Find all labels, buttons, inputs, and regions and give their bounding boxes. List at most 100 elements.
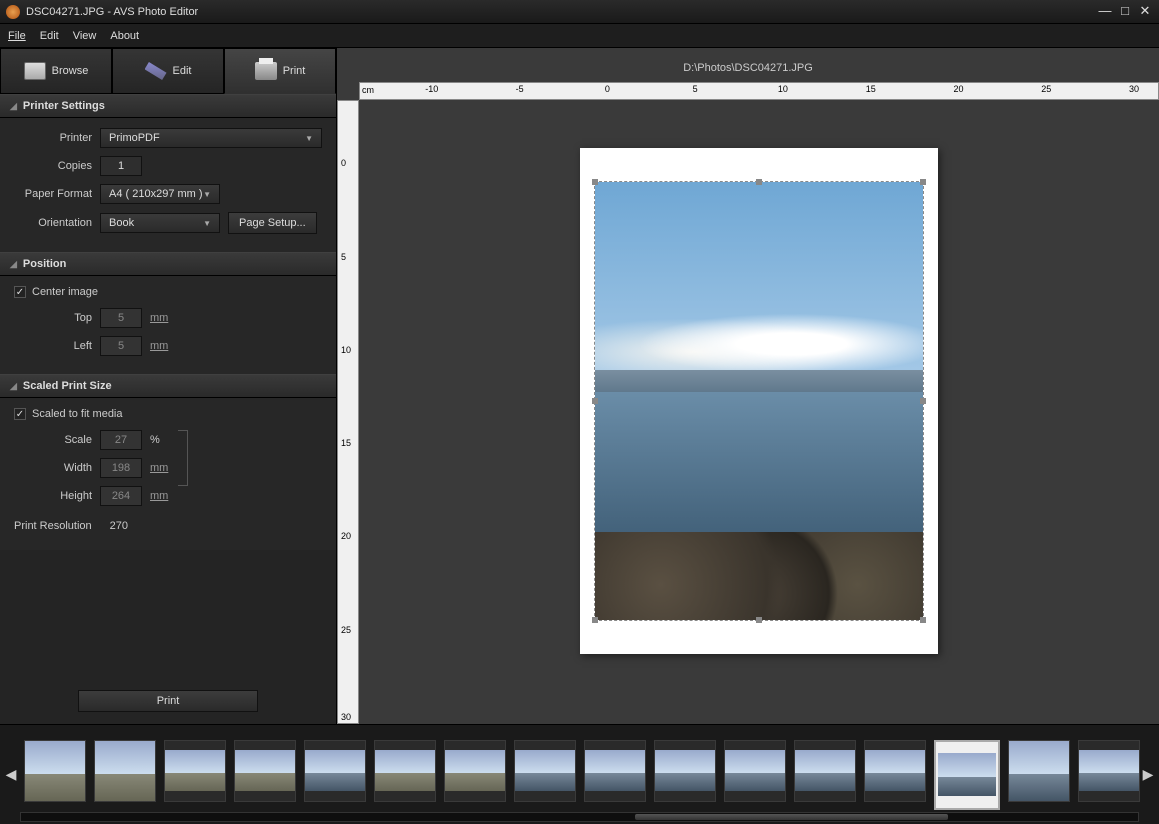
- pencil-icon: [145, 62, 167, 80]
- thumbnail[interactable]: [24, 740, 86, 802]
- width-unit[interactable]: mm: [150, 462, 168, 474]
- maximize-button[interactable]: □: [1117, 5, 1133, 19]
- filmstrip-next-button[interactable]: ▶: [1141, 740, 1155, 810]
- orientation-label: Orientation: [14, 217, 92, 229]
- thumbnail[interactable]: [304, 740, 366, 802]
- resize-handle[interactable]: [920, 398, 926, 404]
- collapse-icon: ◢: [10, 381, 17, 392]
- resize-handle[interactable]: [756, 179, 762, 185]
- chevron-down-icon: ▼: [203, 190, 211, 199]
- photo-preview[interactable]: [594, 181, 924, 621]
- printer-settings-header[interactable]: ◢ Printer Settings: [0, 94, 336, 118]
- thumbnail[interactable]: [724, 740, 786, 802]
- thumbnail[interactable]: [94, 740, 156, 802]
- orientation-select[interactable]: Book ▼: [100, 213, 220, 233]
- tab-edit[interactable]: Edit: [112, 48, 224, 94]
- paper-select[interactable]: A4 ( 210x297 mm ) ▼: [100, 184, 220, 204]
- scale-input: 27: [100, 430, 142, 450]
- fit-media-checkbox[interactable]: ✓ Scaled to fit media: [14, 408, 322, 420]
- minimize-button[interactable]: —: [1097, 5, 1113, 19]
- height-label: Height: [14, 490, 92, 502]
- thumbnail[interactable]: [794, 740, 856, 802]
- resolution-label: Print Resolution: [14, 520, 92, 532]
- paper-label: Paper Format: [14, 188, 92, 200]
- menu-view[interactable]: View: [73, 30, 97, 42]
- checkbox-checked-icon: ✓: [14, 286, 26, 298]
- file-path: D:\Photos\DSC04271.JPG: [337, 48, 1159, 82]
- content: Browse Edit Print ◢ Printer Settings Pri…: [0, 48, 1159, 724]
- thumbnail[interactable]: [444, 740, 506, 802]
- filmstrip-prev-button[interactable]: ◀: [4, 740, 18, 810]
- scale-label: Scale: [14, 434, 92, 446]
- thumbnail-list: [18, 740, 1141, 810]
- collapse-icon: ◢: [10, 259, 17, 270]
- thumbnail[interactable]: [864, 740, 926, 802]
- menu-file[interactable]: File: [8, 30, 26, 42]
- canvas-area: D:\Photos\DSC04271.JPG cm -10 -5 0 5 10 …: [337, 48, 1159, 724]
- left-input: 5: [100, 336, 142, 356]
- height-input: 264: [100, 486, 142, 506]
- titlebar: DSC04271.JPG - AVS Photo Editor — □ ✕: [0, 0, 1159, 24]
- resize-handle[interactable]: [756, 617, 762, 623]
- filmstrip-scrollbar[interactable]: [20, 812, 1139, 822]
- thumbnail-selected[interactable]: [934, 740, 1000, 810]
- menu-about[interactable]: About: [110, 30, 139, 42]
- copies-label: Copies: [14, 160, 92, 172]
- tab-print[interactable]: Print: [224, 48, 336, 94]
- left-unit[interactable]: mm: [150, 340, 168, 352]
- checkbox-checked-icon: ✓: [14, 408, 26, 420]
- ruler-vertical: 0 5 10 15 20 25 30: [337, 100, 359, 724]
- resize-handle[interactable]: [920, 617, 926, 623]
- window-title: DSC04271.JPG - AVS Photo Editor: [26, 6, 198, 18]
- app-icon: [6, 5, 20, 19]
- thumbnail[interactable]: [514, 740, 576, 802]
- thumbnail[interactable]: [584, 740, 646, 802]
- printer-select[interactable]: PrimoPDF ▼: [100, 128, 322, 148]
- collapse-icon: ◢: [10, 101, 17, 112]
- resolution-value: 270: [110, 520, 128, 532]
- width-input: 198: [100, 458, 142, 478]
- filmstrip: ◀ ▶: [0, 724, 1159, 824]
- chevron-down-icon: ▼: [305, 134, 313, 143]
- copies-input[interactable]: 1: [100, 156, 142, 176]
- width-label: Width: [14, 462, 92, 474]
- position-body: ✓ Center image Top 5 mm Left 5 mm: [0, 276, 336, 374]
- printer-icon: [255, 62, 277, 80]
- window-controls: — □ ✕: [1097, 5, 1153, 19]
- close-button[interactable]: ✕: [1137, 5, 1153, 19]
- print-button[interactable]: Print: [78, 690, 258, 712]
- folder-icon: [24, 62, 46, 80]
- page-preview-area[interactable]: [359, 100, 1159, 724]
- center-image-checkbox[interactable]: ✓ Center image: [14, 286, 322, 298]
- ruler-unit-label: cm: [362, 85, 374, 95]
- scrollbar-thumb[interactable]: [635, 814, 948, 820]
- link-bracket-icon: [178, 430, 188, 486]
- thumbnail[interactable]: [164, 740, 226, 802]
- top-unit[interactable]: mm: [150, 312, 168, 324]
- print-page: [580, 148, 938, 654]
- resize-handle[interactable]: [592, 398, 598, 404]
- thumbnail[interactable]: [234, 740, 296, 802]
- resize-handle[interactable]: [592, 617, 598, 623]
- thumbnail[interactable]: [654, 740, 716, 802]
- page-setup-button[interactable]: Page Setup...: [228, 212, 317, 234]
- thumbnail[interactable]: [374, 740, 436, 802]
- scale-unit: %: [150, 434, 160, 446]
- position-header[interactable]: ◢ Position: [0, 252, 336, 276]
- menu-edit[interactable]: Edit: [40, 30, 59, 42]
- menubar: File Edit View About: [0, 24, 1159, 48]
- scaled-size-header[interactable]: ◢ Scaled Print Size: [0, 374, 336, 398]
- scaled-size-body: ✓ Scaled to fit media Scale 27 % Width 1…: [0, 398, 336, 550]
- printer-settings-body: Printer PrimoPDF ▼ Copies 1 Paper Format…: [0, 118, 336, 252]
- resize-handle[interactable]: [920, 179, 926, 185]
- top-input: 5: [100, 308, 142, 328]
- thumbnail[interactable]: [1078, 740, 1140, 802]
- thumbnail[interactable]: [1008, 740, 1070, 802]
- tab-browse[interactable]: Browse: [0, 48, 112, 94]
- chevron-down-icon: ▼: [203, 219, 211, 228]
- top-label: Top: [14, 312, 92, 324]
- resize-handle[interactable]: [592, 179, 598, 185]
- height-unit[interactable]: mm: [150, 490, 168, 502]
- mode-tabs: Browse Edit Print: [0, 48, 336, 94]
- sidebar: Browse Edit Print ◢ Printer Settings Pri…: [0, 48, 337, 724]
